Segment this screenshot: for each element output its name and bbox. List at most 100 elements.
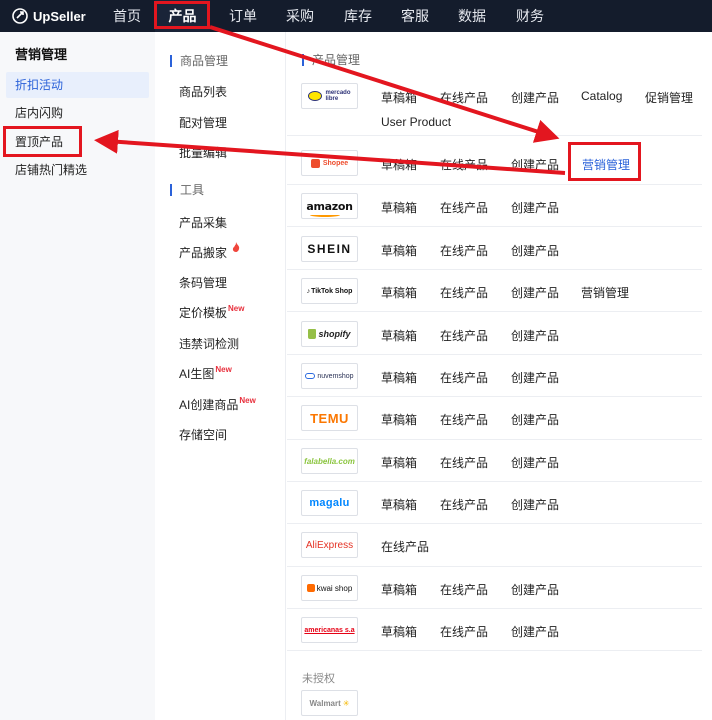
mercado-libre-logo: mercado libre (301, 83, 358, 109)
marketplace-row-temu: TEMU 草稿箱 在线产品 创建产品 (287, 397, 702, 440)
nav-item-purchase[interactable]: 采购 (286, 0, 314, 32)
nav-item-data[interactable]: 数据 (458, 0, 486, 32)
shein-logo: SHEIN (301, 236, 358, 262)
link-create-product[interactable]: 创建产品 (511, 284, 559, 301)
link-drafts[interactable]: 草稿箱 (381, 199, 417, 216)
link-create-product[interactable]: 创建产品 (511, 411, 559, 428)
link-drafts[interactable]: 草稿箱 (381, 284, 417, 301)
link-drafts[interactable]: 草稿箱 (381, 454, 417, 471)
temu-logo: TEMU (301, 405, 358, 431)
link-create-product[interactable]: 创建产品 (511, 623, 559, 640)
product-dropdown-menu: 商品管理 商品列表 配对管理 批量编辑 工具 产品采集 产品搬家 条码管理 定价… (155, 32, 286, 720)
link-promotion-management[interactable]: 促销管理 (645, 89, 693, 106)
upseller-logo[interactable]: UpSeller (12, 6, 86, 26)
link-online-products[interactable]: 在线产品 (440, 284, 488, 301)
menu-item-product-collect[interactable]: 产品采集 (179, 214, 227, 231)
section-title-tools: 工具 (170, 184, 204, 196)
top-nav-bar: UpSeller 首页 产品 订单 采购 库存 客服 数据 财务 (0, 0, 712, 32)
nav-item-orders[interactable]: 订单 (229, 0, 257, 32)
highlight-box-top-picks (3, 126, 82, 157)
menu-item-ai-image[interactable]: AI生图New (179, 365, 232, 382)
nav-item-customer-service[interactable]: 客服 (401, 0, 429, 32)
falabella-logo: falabella.com (301, 448, 358, 474)
link-create-product[interactable]: 创建产品 (511, 496, 559, 513)
marketplace-row-nuvemshop: nuvemshop 草稿箱 在线产品 创建产品 (287, 355, 702, 397)
marketplace-row-magalu: magalu 草稿箱 在线产品 创建产品 (287, 482, 702, 524)
marketplace-row-shopify: shopify 草稿箱 在线产品 创建产品 (287, 313, 702, 355)
marketplace-row-kwai-shop: kwai shop 草稿箱 在线产品 创建产品 (287, 567, 702, 609)
link-online-products[interactable]: 在线产品 (440, 454, 488, 471)
link-create-product[interactable]: 创建产品 (511, 369, 559, 386)
amazon-logo: amazon (301, 193, 358, 219)
tiktok-shop-logo: ♪ TikTok Shop (301, 278, 358, 304)
link-online-products[interactable]: 在线产品 (440, 369, 488, 386)
link-online-products[interactable]: 在线产品 (440, 199, 488, 216)
link-online-products[interactable]: 在线产品 (381, 538, 429, 555)
menu-item-batch-edit[interactable]: 批量编辑 (179, 144, 227, 161)
section-title-products: 产品管理 (302, 54, 360, 66)
menu-item-pairing[interactable]: 配对管理 (179, 114, 227, 131)
link-create-product[interactable]: 创建产品 (511, 199, 559, 216)
marketplace-row-falabella: falabella.com 草稿箱 在线产品 创建产品 (287, 440, 702, 482)
menu-item-storage[interactable]: 存储空间 (179, 426, 227, 443)
walmart-logo[interactable]: Walmart ✳ (301, 690, 358, 716)
link-create-product[interactable]: 创建产品 (511, 89, 559, 106)
sidebar-item-flash-sale[interactable]: 店内闪购 (6, 100, 149, 126)
link-online-products[interactable]: 在线产品 (440, 89, 488, 106)
link-create-product[interactable]: 创建产品 (511, 242, 559, 259)
menu-item-ai-create-product[interactable]: AI创建商品New (179, 396, 256, 413)
marketplace-row-americanas: americanas s.a 草稿箱 在线产品 创建产品 (287, 609, 702, 651)
new-badge: New (215, 365, 232, 374)
menu-item-label: 定价模板 (179, 306, 228, 320)
link-drafts[interactable]: 草稿箱 (381, 156, 417, 173)
marketplace-row-tiktok-shop: ♪ TikTok Shop 草稿箱 在线产品 创建产品 营销管理 (287, 270, 702, 312)
highlight-box-products-nav (154, 1, 210, 29)
magalu-logo: magalu (301, 490, 358, 516)
menu-item-barcode[interactable]: 条码管理 (179, 274, 227, 291)
marketplace-row-shein: SHEIN 草稿箱 在线产品 创建产品 (287, 228, 702, 270)
link-create-product[interactable]: 创建产品 (511, 327, 559, 344)
link-online-products[interactable]: 在线产品 (440, 496, 488, 513)
link-drafts[interactable]: 草稿箱 (381, 411, 417, 428)
menu-item-pricing-template[interactable]: 定价模板New (179, 304, 244, 321)
link-drafts[interactable]: 草稿箱 (381, 623, 417, 640)
menu-item-product-list[interactable]: 商品列表 (179, 83, 227, 100)
menu-item-label: AI创建商品 (179, 398, 239, 412)
section-title-product-management: 商品管理 (170, 55, 228, 67)
nuvemshop-logo: nuvemshop (301, 363, 358, 389)
link-drafts[interactable]: 草稿箱 (381, 242, 417, 259)
link-drafts[interactable]: 草稿箱 (381, 327, 417, 344)
highlight-box-marketing-management (568, 142, 641, 181)
sidebar-item-shop-hot-picks[interactable]: 店铺热门精选 (6, 157, 149, 183)
nav-item-finance[interactable]: 财务 (516, 0, 544, 32)
link-create-product[interactable]: 创建产品 (511, 454, 559, 471)
link-catalog[interactable]: Catalog (581, 89, 622, 103)
link-drafts[interactable]: 草稿箱 (381, 496, 417, 513)
marketplace-row-mercado-libre: mercado libre 草稿箱 在线产品 创建产品 Catalog 促销管理 … (287, 76, 702, 136)
link-drafts[interactable]: 草稿箱 (381, 89, 417, 106)
link-create-product[interactable]: 创建产品 (511, 581, 559, 598)
nav-item-home[interactable]: 首页 (113, 0, 141, 32)
menu-item-product-move[interactable]: 产品搬家 (179, 242, 240, 261)
nav-item-inventory[interactable]: 库存 (344, 0, 372, 32)
sidebar-item-discount[interactable]: 折扣活动 (6, 72, 149, 98)
link-online-products[interactable]: 在线产品 (440, 156, 488, 173)
shopee-logo: Shopee (301, 150, 358, 176)
link-drafts[interactable]: 草稿箱 (381, 581, 417, 598)
brand-name: UpSeller (33, 8, 86, 24)
link-online-products[interactable]: 在线产品 (440, 411, 488, 428)
link-user-product[interactable]: User Product (381, 115, 451, 129)
upseller-logo-icon (12, 8, 28, 24)
link-online-products[interactable]: 在线产品 (440, 581, 488, 598)
link-online-products[interactable]: 在线产品 (440, 242, 488, 259)
aliexpress-logo: AliExpress (301, 532, 358, 558)
link-online-products[interactable]: 在线产品 (440, 623, 488, 640)
link-create-product[interactable]: 创建产品 (511, 156, 559, 173)
menu-item-prohibited-words[interactable]: 违禁词检测 (179, 335, 239, 352)
link-marketing-management[interactable]: 营销管理 (581, 284, 629, 301)
fire-icon (233, 242, 240, 252)
link-online-products[interactable]: 在线产品 (440, 327, 488, 344)
marketplace-row-amazon: amazon 草稿箱 在线产品 创建产品 (287, 185, 702, 227)
shopify-logo: shopify (301, 321, 358, 347)
link-drafts[interactable]: 草稿箱 (381, 369, 417, 386)
